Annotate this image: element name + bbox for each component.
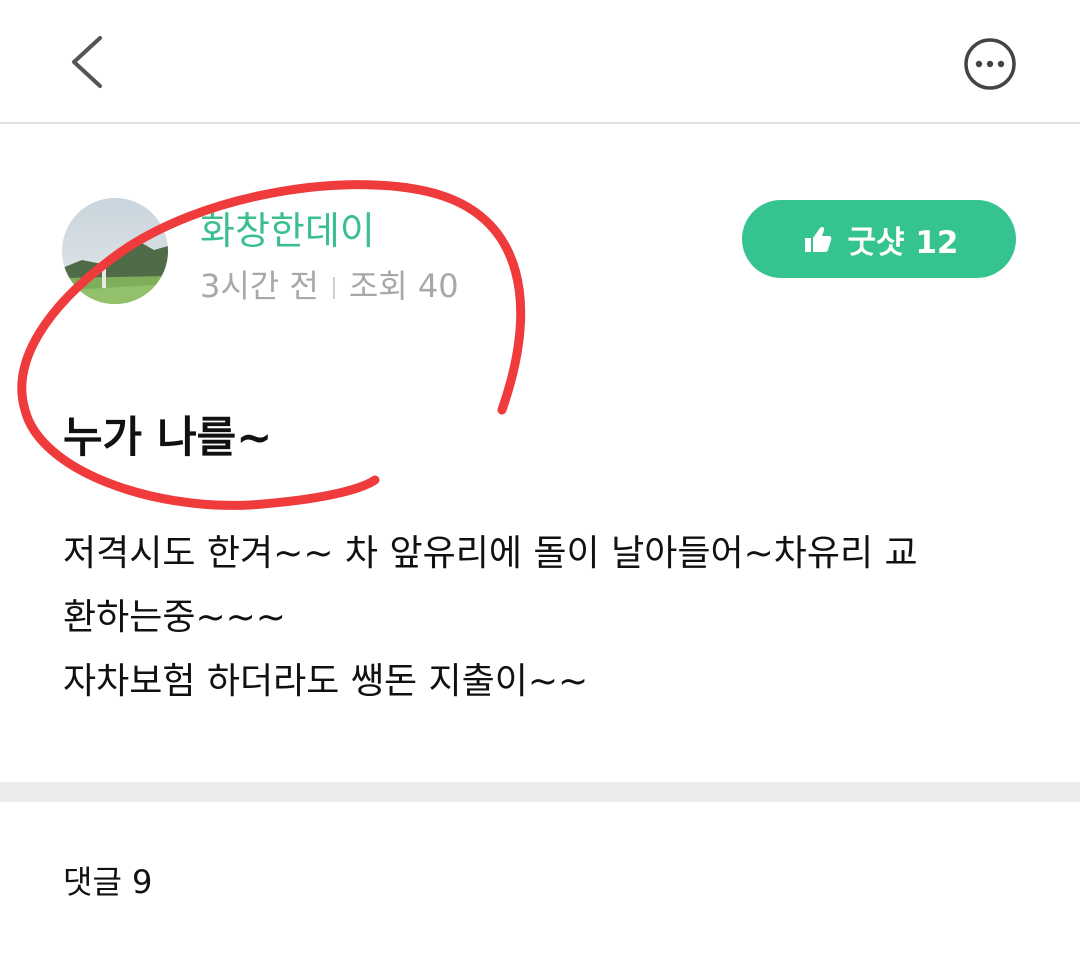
top-navigation-bar xyxy=(0,0,1080,124)
post-body-line: 환하는중~~~ xyxy=(63,597,286,638)
view-count: 조회 40 xyxy=(348,267,459,305)
goodshot-label: 굿샷 12 xyxy=(847,224,959,261)
post-body: 저격시도 한겨~~ 차 앞유리에 돌이 날아들어~차유리 교 환하는중~~~ 자… xyxy=(63,522,1023,714)
more-horizontal-circle-icon xyxy=(964,38,1016,90)
more-options-button[interactable] xyxy=(960,36,1020,96)
post-title: 누가 나를~ xyxy=(63,413,273,463)
chevron-left-icon xyxy=(72,36,102,88)
author-name[interactable]: 화창한데이 xyxy=(200,206,375,256)
back-button[interactable] xyxy=(58,30,118,94)
author-avatar[interactable] xyxy=(62,198,168,304)
post-time: 3시간 전 xyxy=(200,267,319,305)
post-detail-screen: 화창한데이 3시간 전 조회 40 굿샷 12 누가 나를~ 저격시도 한겨~~ … xyxy=(0,0,1080,956)
goodshot-button[interactable]: 굿샷 12 xyxy=(742,200,1016,278)
post-meta: 3시간 전 조회 40 xyxy=(200,264,459,308)
section-divider xyxy=(0,782,1080,802)
red-circle-annotation xyxy=(17,180,525,510)
meta-separator xyxy=(332,277,335,299)
profile-photo-landscape xyxy=(62,198,168,304)
post-body-line: 저격시도 한겨~~ 차 앞유리에 돌이 날아들어~차유리 교 xyxy=(63,533,918,574)
comments-count[interactable]: 댓글 9 xyxy=(63,860,152,904)
thumbs-up-hand-icon xyxy=(804,226,831,252)
post-body-line: 자차보험 하더라도 쌩돈 지출이~~ xyxy=(63,661,589,702)
